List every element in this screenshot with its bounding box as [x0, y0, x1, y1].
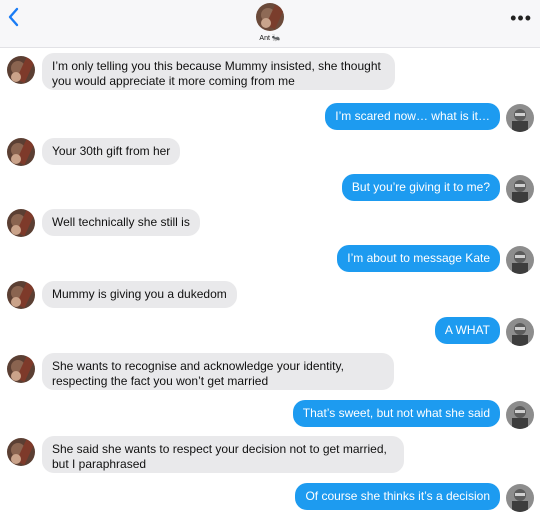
sender-avatar — [7, 355, 35, 383]
my-avatar — [506, 175, 534, 203]
message-bubble[interactable]: Mummy is giving you a dukedom — [42, 281, 237, 308]
my-avatar — [506, 104, 534, 132]
contact-name[interactable]: Ant 🐜 — [240, 34, 300, 42]
message-row-outgoing: But you’re giving it to me? — [0, 174, 540, 203]
sender-avatar — [7, 209, 35, 237]
my-avatar — [506, 484, 534, 512]
message-row-incoming: Your 30th gift from her — [0, 138, 540, 166]
message-bubble[interactable]: Well technically she still is — [42, 209, 200, 236]
message-bubble[interactable]: But you’re giving it to me? — [341, 174, 500, 201]
my-avatar — [506, 318, 534, 346]
message-row-outgoing: I’m scared now… what is it… — [0, 103, 540, 132]
more-options-icon[interactable]: ••• — [510, 8, 532, 29]
back-chevron-icon[interactable] — [6, 6, 22, 28]
sender-avatar — [7, 138, 35, 166]
message-row-incoming: She said she wants to respect your decis… — [0, 436, 540, 478]
sender-avatar — [7, 281, 35, 309]
message-bubble[interactable]: She said she wants to respect your decis… — [42, 436, 404, 473]
message-bubble[interactable]: She wants to recognise and acknowledge y… — [42, 353, 394, 390]
message-row-incoming: I’m only telling you this because Mummy … — [0, 53, 540, 95]
message-bubble[interactable]: Your 30th gift from her — [42, 138, 181, 165]
my-avatar — [506, 246, 534, 274]
message-bubble[interactable]: A WHAT — [434, 317, 500, 344]
sender-avatar — [7, 438, 35, 466]
message-bubble[interactable]: I’m about to message Kate — [337, 245, 500, 272]
message-bubble[interactable]: I’m only telling you this because Mummy … — [42, 53, 395, 90]
my-avatar — [506, 401, 534, 429]
contact-avatar[interactable] — [256, 3, 284, 31]
message-bubble[interactable]: That’s sweet, but not what she said — [292, 400, 500, 427]
sender-avatar — [7, 56, 35, 84]
message-row-outgoing: That’s sweet, but not what she said — [0, 400, 540, 429]
message-bubble[interactable]: Of course she thinks it’s a decision — [295, 483, 500, 510]
message-row-outgoing: I’m about to message Kate — [0, 245, 540, 274]
message-row-incoming: Mummy is giving you a dukedom — [0, 281, 540, 309]
message-bubble[interactable]: I’m scared now… what is it… — [325, 103, 500, 130]
message-row-incoming: Well technically she still is — [0, 209, 540, 237]
message-row-incoming: She wants to recognise and acknowledge y… — [0, 353, 540, 395]
conversation-header: Ant 🐜 ••• — [0, 0, 540, 48]
message-row-outgoing: Of course she thinks it’s a decision — [0, 483, 540, 512]
message-row-outgoing: A WHAT — [0, 317, 540, 346]
